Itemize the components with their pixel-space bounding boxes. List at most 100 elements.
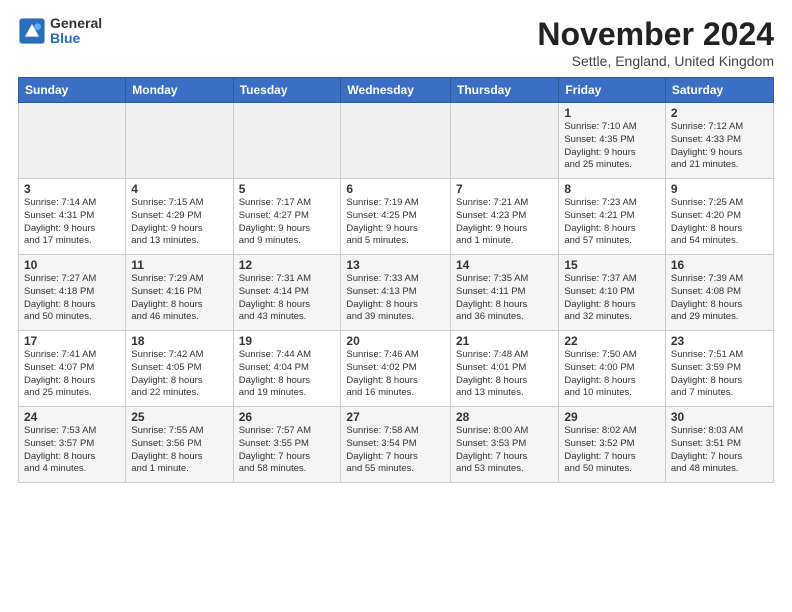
day-info: Sunrise: 7:42 AM Sunset: 4:05 PM Dayligh… xyxy=(131,349,227,400)
day-info: Sunrise: 7:44 AM Sunset: 4:04 PM Dayligh… xyxy=(239,349,336,400)
calendar-cell: 29Sunrise: 8:02 AM Sunset: 3:52 PM Dayli… xyxy=(559,407,666,483)
day-info: Sunrise: 7:27 AM Sunset: 4:18 PM Dayligh… xyxy=(24,273,120,324)
day-info: Sunrise: 7:23 AM Sunset: 4:21 PM Dayligh… xyxy=(564,197,660,248)
day-number: 6 xyxy=(346,182,445,196)
calendar-cell: 17Sunrise: 7:41 AM Sunset: 4:07 PM Dayli… xyxy=(19,331,126,407)
day-info: Sunrise: 7:33 AM Sunset: 4:13 PM Dayligh… xyxy=(346,273,445,324)
calendar-cell xyxy=(341,103,451,179)
calendar-cell: 16Sunrise: 7:39 AM Sunset: 4:08 PM Dayli… xyxy=(665,255,773,331)
day-number: 26 xyxy=(239,410,336,424)
day-info: Sunrise: 7:58 AM Sunset: 3:54 PM Dayligh… xyxy=(346,425,445,476)
day-number: 20 xyxy=(346,334,445,348)
calendar-week-row: 17Sunrise: 7:41 AM Sunset: 4:07 PM Dayli… xyxy=(19,331,774,407)
day-number: 5 xyxy=(239,182,336,196)
calendar-table: SundayMondayTuesdayWednesdayThursdayFrid… xyxy=(18,77,774,483)
day-number: 24 xyxy=(24,410,120,424)
weekday-header: Thursday xyxy=(451,78,559,103)
day-info: Sunrise: 7:39 AM Sunset: 4:08 PM Dayligh… xyxy=(671,273,768,324)
calendar-cell: 15Sunrise: 7:37 AM Sunset: 4:10 PM Dayli… xyxy=(559,255,666,331)
calendar-cell: 21Sunrise: 7:48 AM Sunset: 4:01 PM Dayli… xyxy=(451,331,559,407)
calendar-cell: 22Sunrise: 7:50 AM Sunset: 4:00 PM Dayli… xyxy=(559,331,666,407)
day-number: 4 xyxy=(131,182,227,196)
day-number: 27 xyxy=(346,410,445,424)
calendar-cell: 26Sunrise: 7:57 AM Sunset: 3:55 PM Dayli… xyxy=(233,407,341,483)
day-number: 21 xyxy=(456,334,553,348)
day-info: Sunrise: 7:37 AM Sunset: 4:10 PM Dayligh… xyxy=(564,273,660,324)
calendar-week-row: 24Sunrise: 7:53 AM Sunset: 3:57 PM Dayli… xyxy=(19,407,774,483)
calendar-week-row: 3Sunrise: 7:14 AM Sunset: 4:31 PM Daylig… xyxy=(19,179,774,255)
day-info: Sunrise: 7:19 AM Sunset: 4:25 PM Dayligh… xyxy=(346,197,445,248)
day-info: Sunrise: 7:29 AM Sunset: 4:16 PM Dayligh… xyxy=(131,273,227,324)
calendar-cell xyxy=(233,103,341,179)
calendar-cell: 13Sunrise: 7:33 AM Sunset: 4:13 PM Dayli… xyxy=(341,255,451,331)
weekday-header: Monday xyxy=(126,78,233,103)
day-number: 8 xyxy=(564,182,660,196)
calendar-week-row: 10Sunrise: 7:27 AM Sunset: 4:18 PM Dayli… xyxy=(19,255,774,331)
day-number: 10 xyxy=(24,258,120,272)
calendar-cell: 30Sunrise: 8:03 AM Sunset: 3:51 PM Dayli… xyxy=(665,407,773,483)
page-header: General Blue November 2024 Settle, Engla… xyxy=(18,16,774,69)
day-info: Sunrise: 7:14 AM Sunset: 4:31 PM Dayligh… xyxy=(24,197,120,248)
day-number: 11 xyxy=(131,258,227,272)
day-info: Sunrise: 7:57 AM Sunset: 3:55 PM Dayligh… xyxy=(239,425,336,476)
day-info: Sunrise: 7:31 AM Sunset: 4:14 PM Dayligh… xyxy=(239,273,336,324)
day-number: 28 xyxy=(456,410,553,424)
month-title: November 2024 xyxy=(537,16,774,53)
calendar-header-row: SundayMondayTuesdayWednesdayThursdayFrid… xyxy=(19,78,774,103)
day-info: Sunrise: 7:50 AM Sunset: 4:00 PM Dayligh… xyxy=(564,349,660,400)
day-info: Sunrise: 7:10 AM Sunset: 4:35 PM Dayligh… xyxy=(564,121,660,172)
day-number: 3 xyxy=(24,182,120,196)
weekday-header: Tuesday xyxy=(233,78,341,103)
day-number: 7 xyxy=(456,182,553,196)
day-number: 1 xyxy=(564,106,660,120)
calendar-cell: 12Sunrise: 7:31 AM Sunset: 4:14 PM Dayli… xyxy=(233,255,341,331)
logo: General Blue xyxy=(18,16,102,47)
calendar-cell xyxy=(126,103,233,179)
calendar-cell xyxy=(451,103,559,179)
calendar-cell: 23Sunrise: 7:51 AM Sunset: 3:59 PM Dayli… xyxy=(665,331,773,407)
calendar-cell: 14Sunrise: 7:35 AM Sunset: 4:11 PM Dayli… xyxy=(451,255,559,331)
day-number: 19 xyxy=(239,334,336,348)
calendar-cell: 7Sunrise: 7:21 AM Sunset: 4:23 PM Daylig… xyxy=(451,179,559,255)
day-info: Sunrise: 7:17 AM Sunset: 4:27 PM Dayligh… xyxy=(239,197,336,248)
calendar-cell: 1Sunrise: 7:10 AM Sunset: 4:35 PM Daylig… xyxy=(559,103,666,179)
day-number: 22 xyxy=(564,334,660,348)
day-info: Sunrise: 7:46 AM Sunset: 4:02 PM Dayligh… xyxy=(346,349,445,400)
logo-general-text: General xyxy=(50,16,102,31)
day-info: Sunrise: 7:35 AM Sunset: 4:11 PM Dayligh… xyxy=(456,273,553,324)
day-info: Sunrise: 7:15 AM Sunset: 4:29 PM Dayligh… xyxy=(131,197,227,248)
day-info: Sunrise: 7:53 AM Sunset: 3:57 PM Dayligh… xyxy=(24,425,120,476)
calendar-cell: 25Sunrise: 7:55 AM Sunset: 3:56 PM Dayli… xyxy=(126,407,233,483)
day-number: 18 xyxy=(131,334,227,348)
day-number: 16 xyxy=(671,258,768,272)
calendar-cell: 9Sunrise: 7:25 AM Sunset: 4:20 PM Daylig… xyxy=(665,179,773,255)
day-info: Sunrise: 8:03 AM Sunset: 3:51 PM Dayligh… xyxy=(671,425,768,476)
calendar-cell: 11Sunrise: 7:29 AM Sunset: 4:16 PM Dayli… xyxy=(126,255,233,331)
calendar-cell: 20Sunrise: 7:46 AM Sunset: 4:02 PM Dayli… xyxy=(341,331,451,407)
day-number: 14 xyxy=(456,258,553,272)
location-text: Settle, England, United Kingdom xyxy=(537,53,774,69)
day-number: 17 xyxy=(24,334,120,348)
calendar-cell: 5Sunrise: 7:17 AM Sunset: 4:27 PM Daylig… xyxy=(233,179,341,255)
weekday-header: Sunday xyxy=(19,78,126,103)
day-info: Sunrise: 7:12 AM Sunset: 4:33 PM Dayligh… xyxy=(671,121,768,172)
day-info: Sunrise: 7:25 AM Sunset: 4:20 PM Dayligh… xyxy=(671,197,768,248)
day-number: 30 xyxy=(671,410,768,424)
day-info: Sunrise: 7:21 AM Sunset: 4:23 PM Dayligh… xyxy=(456,197,553,248)
day-info: Sunrise: 7:48 AM Sunset: 4:01 PM Dayligh… xyxy=(456,349,553,400)
calendar-cell: 8Sunrise: 7:23 AM Sunset: 4:21 PM Daylig… xyxy=(559,179,666,255)
calendar-cell: 3Sunrise: 7:14 AM Sunset: 4:31 PM Daylig… xyxy=(19,179,126,255)
day-info: Sunrise: 7:55 AM Sunset: 3:56 PM Dayligh… xyxy=(131,425,227,476)
calendar-cell: 18Sunrise: 7:42 AM Sunset: 4:05 PM Dayli… xyxy=(126,331,233,407)
logo-icon xyxy=(18,17,46,45)
day-number: 29 xyxy=(564,410,660,424)
calendar-cell: 10Sunrise: 7:27 AM Sunset: 4:18 PM Dayli… xyxy=(19,255,126,331)
calendar-cell: 19Sunrise: 7:44 AM Sunset: 4:04 PM Dayli… xyxy=(233,331,341,407)
day-number: 2 xyxy=(671,106,768,120)
weekday-header: Saturday xyxy=(665,78,773,103)
day-info: Sunrise: 7:41 AM Sunset: 4:07 PM Dayligh… xyxy=(24,349,120,400)
calendar-cell: 24Sunrise: 7:53 AM Sunset: 3:57 PM Dayli… xyxy=(19,407,126,483)
day-number: 23 xyxy=(671,334,768,348)
weekday-header: Wednesday xyxy=(341,78,451,103)
day-number: 15 xyxy=(564,258,660,272)
